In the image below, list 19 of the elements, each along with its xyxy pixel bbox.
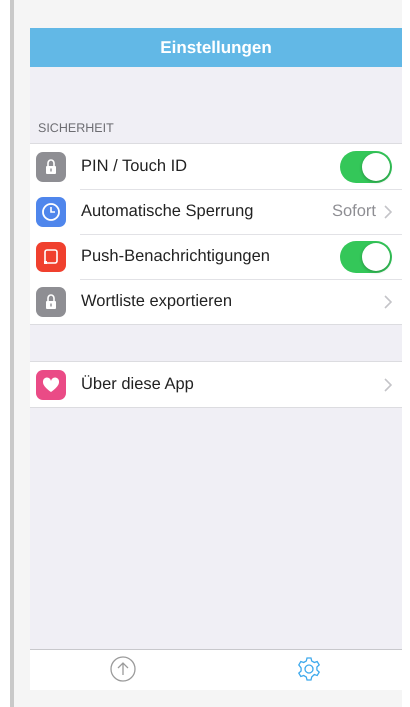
navigation-title: Einstellungen [160, 38, 272, 58]
row-label[interactable]: Wortliste exportieren [81, 292, 384, 311]
chevron-icon [384, 204, 392, 218]
toggle-switch[interactable] [340, 150, 392, 182]
row-label[interactable]: Automatische Sperrung [81, 202, 332, 221]
chevron-icon [384, 294, 392, 308]
row-label[interactable]: Push-Benachrichtigungen [81, 247, 340, 266]
row-value: Sofort [332, 202, 376, 221]
row-label[interactable]: PIN / Touch ID [81, 157, 340, 176]
settings-icon[interactable] [296, 656, 322, 682]
section-header: SICHERHEIT [37, 121, 114, 137]
upload-icon[interactable] [110, 656, 136, 682]
lock-icon [36, 152, 66, 182]
row-label[interactable]: Über diese App [81, 375, 384, 394]
clock-icon [36, 196, 66, 226]
chevron-icon [384, 378, 392, 392]
notification-icon [36, 242, 66, 272]
lock-icon [36, 286, 66, 316]
toggle-switch[interactable] [340, 240, 392, 272]
